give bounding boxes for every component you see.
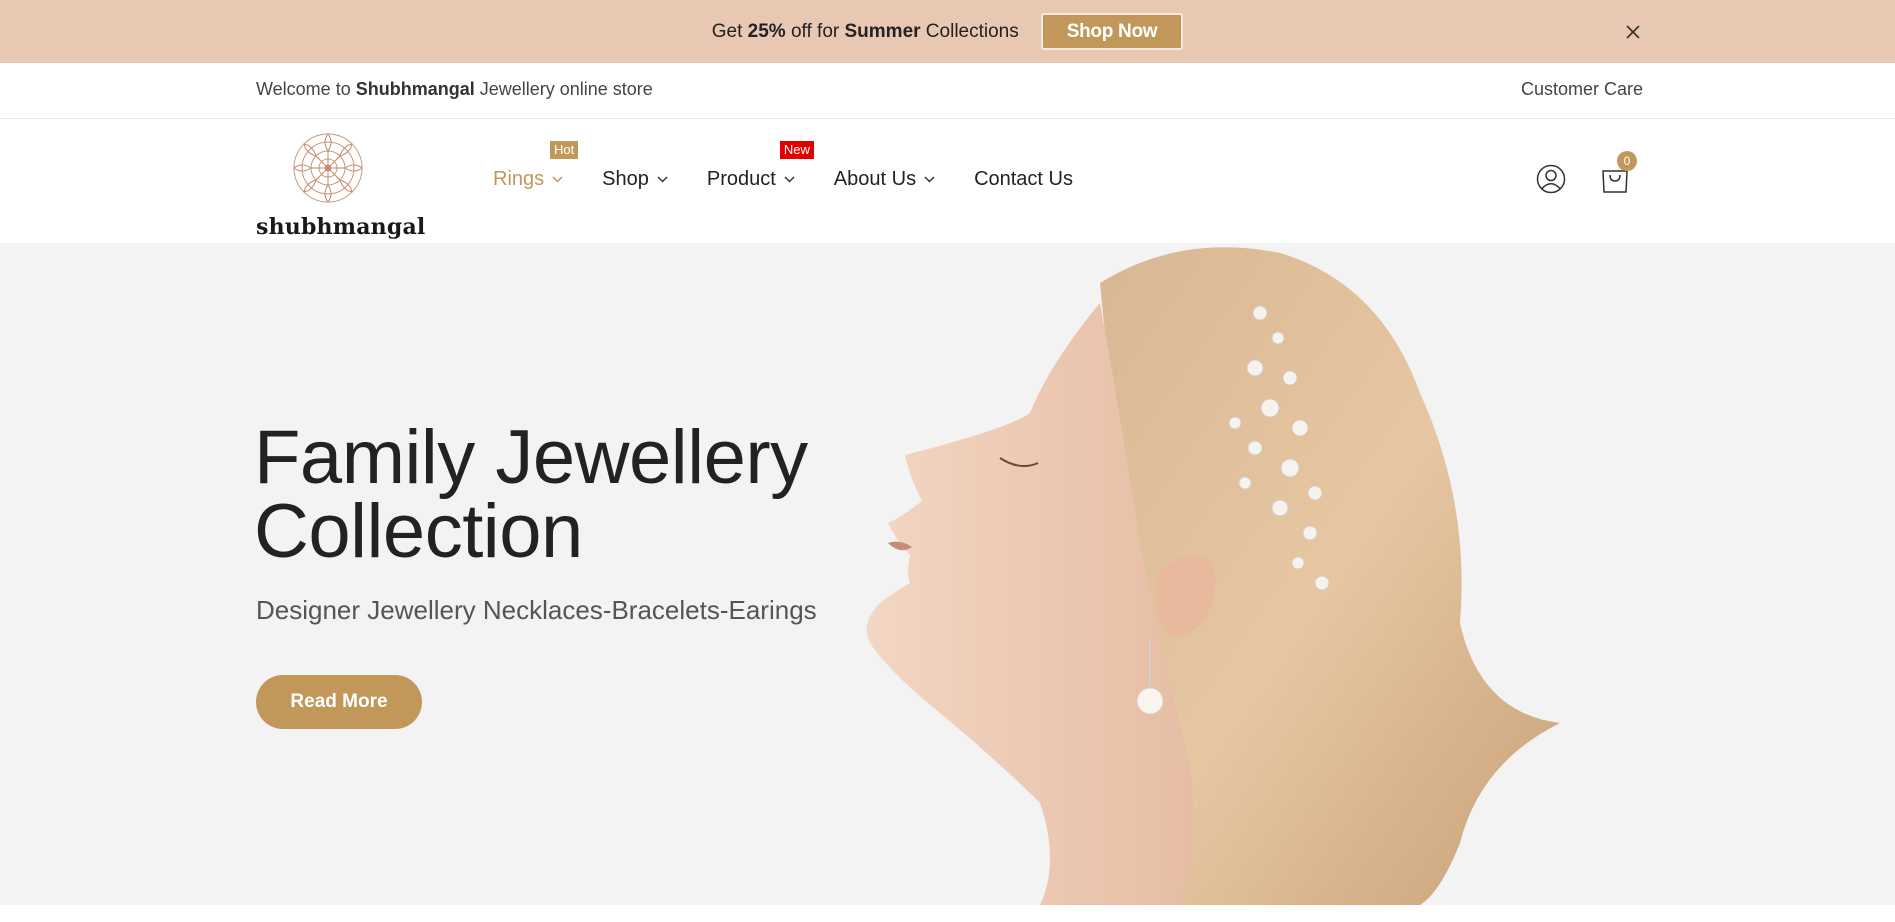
hero-subtitle: Designer Jewellery Necklaces-Bracelets-E…: [256, 595, 817, 625]
promo-bar: Get 25% off for Summer Collections Shop …: [0, 0, 1895, 63]
main-header: shubhmangal Rings Hot Shop Product New A…: [0, 120, 1895, 243]
nav-label: Contact Us: [974, 168, 1073, 190]
chevron-down-icon: [552, 176, 563, 183]
nav-item-rings[interactable]: Rings Hot: [493, 141, 579, 191]
nav-item-about-us[interactable]: About Us: [834, 168, 936, 191]
model-portrait-image: [866, 247, 1560, 905]
hot-badge: Hot: [550, 141, 579, 159]
cart-count-badge: 0: [1617, 151, 1637, 171]
hero-banner: Family Jewellery Collection Designer Jew…: [0, 243, 1895, 905]
customer-care-link[interactable]: Customer Care: [1521, 79, 1643, 100]
chevron-down-icon: [924, 176, 935, 183]
close-icon[interactable]: [1620, 19, 1646, 45]
nav-item-shop[interactable]: Shop: [602, 168, 669, 191]
mandala-logo-icon: [293, 133, 363, 203]
hero-title: Family Jewellery Collection: [254, 415, 894, 574]
chevron-down-icon: [784, 176, 795, 183]
nav-label: About Us: [833, 168, 917, 190]
logo[interactable]: shubhmangal: [256, 130, 425, 240]
shop-now-button[interactable]: Shop Now: [1040, 13, 1184, 50]
promo-text: Get 25% off for Summer Collections: [711, 20, 1019, 42]
nav-label: Rings: [493, 168, 545, 190]
nav-item-product[interactable]: Product New: [706, 141, 814, 191]
main-nav: Rings Hot Shop Product New About Us Cont…: [493, 141, 1111, 191]
read-more-button[interactable]: Read More: [256, 675, 422, 729]
nav-item-contact-us[interactable]: Contact Us: [974, 168, 1073, 191]
welcome-text: Welcome to Shubhmangal Jewellery online …: [256, 79, 653, 99]
hero-title-line-2: Collection: [254, 489, 583, 574]
chevron-down-icon: [657, 176, 668, 183]
nav-label: Product: [706, 168, 776, 190]
hero-title-line-1: Family Jewellery: [254, 415, 808, 500]
user-icon[interactable]: [1536, 164, 1566, 194]
new-badge: New: [779, 141, 814, 159]
nav-label: Shop: [602, 168, 649, 190]
top-bar: Welcome to Shubhmangal Jewellery online …: [0, 63, 1895, 119]
logo-wordmark: shubhmangal: [256, 214, 426, 240]
